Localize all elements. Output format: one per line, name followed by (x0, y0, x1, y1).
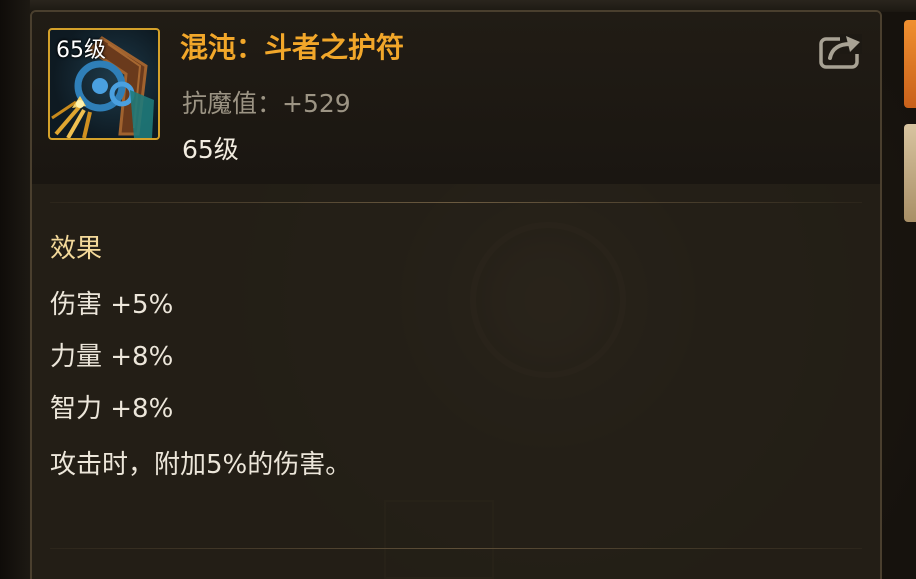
magic-resistance-stat: 抗魔值：+529 (182, 89, 351, 118)
share-button[interactable] (818, 30, 864, 70)
item-name: 混沌：斗者之护符 (180, 31, 405, 64)
game-scene: 65级 混沌：斗者之护符 抗魔值：+529 65级 效果 伤害 +5% 力量 +… (0, 0, 916, 579)
bottom-divider (50, 548, 862, 549)
tooltip-header: 65级 混沌：斗者之护符 抗魔值：+529 65级 (32, 12, 880, 184)
icon-level-badge: 65级 (56, 38, 106, 63)
item-level: 65级 (182, 135, 239, 164)
item-tooltip: 65级 混沌：斗者之护符 抗魔值：+529 65级 效果 伤害 +5% 力量 +… (30, 10, 882, 579)
share-icon (819, 34, 862, 69)
effect-line-strength: 力量 +8% (50, 342, 174, 372)
effect-line-bonus-damage: 攻击时，附加5%的伤害。 (50, 450, 352, 480)
side-tab-tan[interactable] (904, 124, 916, 222)
effect-line-intelligence: 智力 +8% (50, 394, 174, 424)
side-tab-orange[interactable] (904, 20, 916, 108)
effect-line-damage: 伤害 +5% (50, 290, 174, 320)
background-left-edge (0, 0, 30, 579)
section-divider (50, 202, 862, 203)
effects-title: 效果 (50, 234, 103, 264)
item-icon-frame[interactable]: 65级 (48, 28, 160, 140)
